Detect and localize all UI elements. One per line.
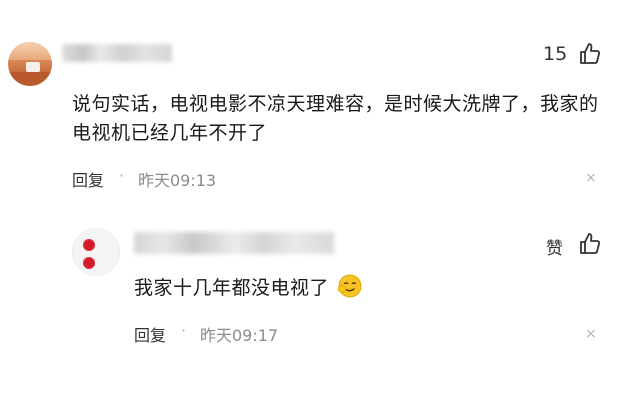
separator-dot: · bbox=[181, 321, 187, 340]
reply-text-row: 我家十几年都没电视了 bbox=[134, 274, 362, 301]
heart-icon bbox=[83, 257, 95, 269]
comment-text: 说句实话，电视电影不凉天理难容，是时候大洗牌了，我家的电视机已经几年不开了 bbox=[72, 93, 599, 144]
close-icon[interactable]: × bbox=[585, 326, 597, 342]
reply-text: 我家十几年都没电视了 bbox=[134, 277, 330, 299]
reply-button[interactable]: 回复 bbox=[72, 167, 104, 191]
avatar[interactable] bbox=[8, 42, 52, 86]
thumbs-up-icon[interactable] bbox=[578, 232, 602, 256]
timestamp: 昨天09:17 bbox=[200, 326, 279, 345]
separator-dot: · bbox=[119, 166, 125, 185]
avatar[interactable] bbox=[72, 228, 120, 276]
thumbs-up-icon[interactable] bbox=[578, 42, 602, 66]
timestamp: 昨天09:13 bbox=[138, 171, 217, 190]
heart-icon bbox=[83, 239, 95, 251]
like-count: 15 bbox=[543, 43, 568, 65]
reply-button[interactable]: 回复 bbox=[134, 322, 166, 346]
like-button-label[interactable]: 赞 bbox=[546, 234, 563, 259]
close-icon[interactable]: × bbox=[585, 170, 597, 186]
smirk-emoji-icon bbox=[337, 274, 362, 298]
username-blurred bbox=[134, 232, 334, 254]
username-blurred bbox=[62, 44, 172, 62]
